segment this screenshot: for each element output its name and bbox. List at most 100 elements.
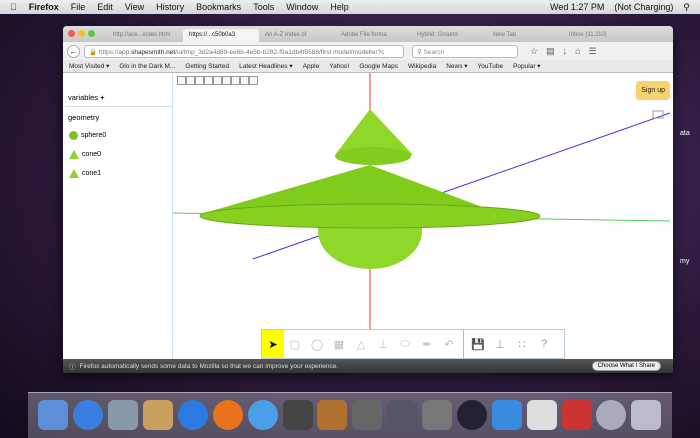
scene xyxy=(173,73,670,359)
menu-view[interactable]: View xyxy=(125,2,144,12)
stl-export-icon[interactable]: ⊥ xyxy=(489,330,511,358)
menu-tools[interactable]: Tools xyxy=(253,2,274,12)
launchpad-icon[interactable] xyxy=(526,400,557,430)
search-input[interactable]: ⚲ Search xyxy=(412,44,518,58)
reading-list-icon[interactable]: ▤ xyxy=(546,46,555,57)
menu-icon[interactable]: ☰ xyxy=(589,46,597,57)
back-button[interactable]: ← xyxy=(67,44,80,58)
notification-bar: ⓘ Firefox automatically sends some data … xyxy=(63,359,673,373)
geometry-item-sphere0[interactable]: sphere0 xyxy=(65,126,172,145)
grid-icon[interactable]: ∷ xyxy=(511,330,533,358)
tab[interactable]: An A-Z Index of xyxy=(259,29,335,42)
battery-status[interactable]: (Not Charging) xyxy=(614,2,673,13)
xcode-icon[interactable] xyxy=(491,400,522,430)
item-label: cone0 xyxy=(82,151,102,158)
undo-icon[interactable]: ↶ xyxy=(438,330,460,358)
home-icon[interactable]: ⌂ xyxy=(575,46,580,57)
tab[interactable]: Adobe File forma xyxy=(335,29,411,42)
bookmark[interactable]: Latest Headlines ▾ xyxy=(239,62,293,70)
system-prefs-icon[interactable] xyxy=(387,400,418,430)
cone-tool-icon[interactable]: △ xyxy=(350,330,372,358)
itunes-icon[interactable] xyxy=(177,400,208,430)
cone-icon xyxy=(69,150,79,159)
bookmark[interactable]: News ▾ xyxy=(446,62,467,70)
menu-edit[interactable]: Edit xyxy=(97,2,113,12)
app-store-icon[interactable] xyxy=(73,400,104,430)
firefox-icon[interactable] xyxy=(212,400,243,430)
downloads-stack-icon[interactable] xyxy=(596,400,627,430)
close-window-button[interactable] xyxy=(68,30,75,37)
image-capture-icon[interactable] xyxy=(352,400,383,430)
cube-tool-icon[interactable]: ▢ xyxy=(284,330,306,358)
menu-window[interactable]: Window xyxy=(286,2,318,12)
photo-booth-icon[interactable] xyxy=(282,400,313,430)
view-button[interactable] xyxy=(222,76,231,85)
desktop-icon-label[interactable]: my xyxy=(680,258,689,265)
bookmark[interactable]: Yahoo! xyxy=(329,63,349,70)
menu-file[interactable]: File xyxy=(71,2,86,12)
bookmark[interactable]: Most Visited ▾ xyxy=(69,62,109,70)
geometry-header: geometry xyxy=(68,113,100,122)
geometry-item-cone1[interactable]: cone1 xyxy=(65,164,172,183)
spotlight-icon[interactable]: ⚲ xyxy=(683,2,690,13)
dashboard-icon[interactable] xyxy=(456,400,487,430)
bookmark-star-icon[interactable]: ☆ xyxy=(530,46,538,57)
zoom-window-button[interactable] xyxy=(88,30,95,37)
iphoto-icon[interactable] xyxy=(317,400,348,430)
notes-icon[interactable] xyxy=(143,400,174,430)
view-button[interactable] xyxy=(204,76,213,85)
save-icon[interactable]: 💾 xyxy=(467,330,489,358)
3d-viewport[interactable]: Sign up ➤ ▢ ◯ ▦ △ ⊥ ⬭ ✒ ↶ 💾 ⊥ ∷ ? xyxy=(173,73,673,359)
bookmark[interactable]: Google Maps xyxy=(359,63,398,70)
bookmark[interactable]: Apple xyxy=(303,63,320,70)
menu-bookmarks[interactable]: Bookmarks xyxy=(196,2,241,12)
finder-icon[interactable] xyxy=(38,400,69,430)
menu-help[interactable]: Help xyxy=(330,2,349,12)
tab[interactable]: Hybrid: Ground xyxy=(411,29,487,42)
tab[interactable]: New Tab xyxy=(487,29,563,42)
minimize-window-button[interactable] xyxy=(78,30,85,37)
view-button[interactable] xyxy=(213,76,222,85)
view-button[interactable] xyxy=(195,76,204,85)
choose-what-i-share-button[interactable]: Choose What I Share xyxy=(591,361,661,371)
dock xyxy=(28,392,672,438)
bookmark[interactable]: Wikipedia xyxy=(408,63,436,70)
bookmark[interactable]: YouTube xyxy=(478,63,504,70)
sign-up-button[interactable]: Sign up xyxy=(636,81,670,100)
monitor-icon[interactable] xyxy=(422,400,453,430)
apple-icon[interactable]:  xyxy=(10,2,17,12)
menu-app[interactable]: Firefox xyxy=(29,2,59,12)
url-bar[interactable]: 🔒 https://app.shapesmith.net/ui/tmp_3d2a… xyxy=(84,44,404,58)
view-button[interactable] xyxy=(231,76,240,85)
clock[interactable]: Wed 1:27 PM xyxy=(550,2,604,13)
bookmark[interactable]: Popular ▾ xyxy=(513,62,540,70)
pointer-tool-icon[interactable]: ➤ xyxy=(262,330,284,358)
view-button[interactable] xyxy=(186,76,195,85)
photo-icon[interactable] xyxy=(561,400,592,430)
view-button[interactable] xyxy=(177,76,186,85)
menu-history[interactable]: History xyxy=(156,2,184,12)
geometry-item-cone0[interactable]: cone0 xyxy=(65,145,172,164)
add-variable-button[interactable]: + xyxy=(100,93,104,102)
cylinder-tool-icon[interactable]: ▦ xyxy=(328,330,350,358)
tab[interactable]: Inbox (11,110) xyxy=(563,29,639,42)
ellipse-tool-icon[interactable]: ⬭ xyxy=(394,330,416,358)
preview-icon[interactable] xyxy=(108,400,139,430)
view-button[interactable] xyxy=(240,76,249,85)
desktop-icon-label[interactable]: ata xyxy=(680,130,690,137)
sphere-tool-icon[interactable]: ◯ xyxy=(306,330,328,358)
stl-import-icon[interactable]: ⊥ xyxy=(372,330,394,358)
tab-bar: http://ace...index.html https://...c50b0… xyxy=(63,26,673,42)
item-label: sphere0 xyxy=(81,132,107,139)
bookmark[interactable]: Getting Started xyxy=(185,63,229,70)
help-button[interactable]: ? xyxy=(533,330,555,358)
variables-label: variables xyxy=(68,93,99,102)
tab[interactable]: http://ace...index.html xyxy=(107,29,183,42)
download-icon[interactable]: ↓ xyxy=(563,46,568,57)
bookmark[interactable]: Glo in the Dark M... xyxy=(119,63,175,70)
trash-icon[interactable] xyxy=(631,400,662,430)
pen-tool-icon[interactable]: ✒ xyxy=(416,330,438,358)
tab-active[interactable]: https://...c50b0a3 xyxy=(183,29,259,42)
safari-icon[interactable] xyxy=(247,400,278,430)
view-button[interactable] xyxy=(249,76,258,85)
